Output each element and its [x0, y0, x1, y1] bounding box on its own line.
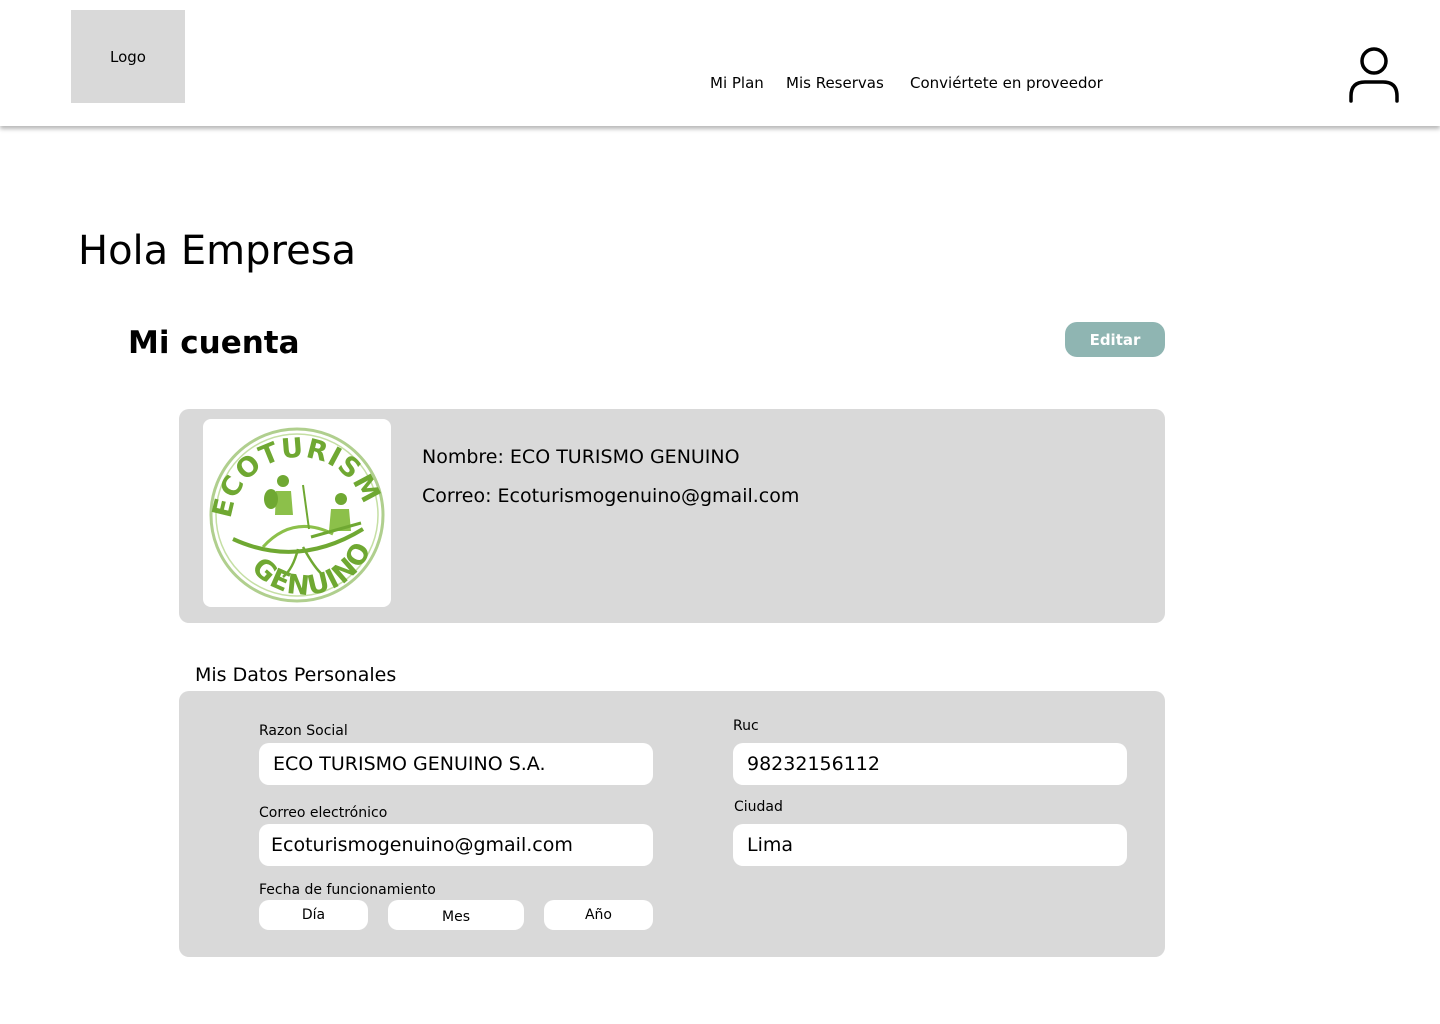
logo-placeholder[interactable]: Logo [71, 10, 185, 103]
account-summary-card: ECOTURISMO GENUINO Nombre: ECO TURISMO G… [179, 409, 1165, 623]
account-section-title: Mi cuenta [128, 325, 300, 361]
ruc-input[interactable]: 98232156112 [733, 743, 1127, 785]
page-greeting: Hola Empresa [78, 228, 357, 274]
company-logo-image: ECOTURISMO GENUINO [203, 419, 391, 607]
account-email: Correo: Ecoturismogenuino@gmail.com [422, 485, 800, 507]
ciudad-label: Ciudad [734, 799, 783, 815]
nav-link-mi-plan[interactable]: Mi Plan [710, 74, 764, 92]
edit-button[interactable]: Editar [1065, 322, 1165, 357]
razon-social-label: Razon Social [259, 723, 348, 739]
correo-input[interactable]: Ecoturismogenuino@gmail.com [259, 824, 653, 866]
correo-label: Correo electrónico [259, 805, 388, 821]
fecha-label: Fecha de funcionamiento [259, 882, 436, 898]
top-navbar: Logo Mi Plan Mis Reservas Conviértete en… [0, 0, 1440, 126]
personal-data-form: Razon Social ECO TURISMO GENUINO S.A. Ru… [179, 691, 1165, 957]
ciudad-input[interactable]: Lima [733, 824, 1127, 866]
nav-link-mis-reservas[interactable]: Mis Reservas [786, 74, 884, 92]
day-select[interactable]: Día [259, 900, 368, 930]
account-name: Nombre: ECO TURISMO GENUINO [422, 446, 740, 468]
razon-social-input[interactable]: ECO TURISMO GENUINO S.A. [259, 743, 653, 785]
personal-data-title: Mis Datos Personales [195, 664, 397, 686]
month-select[interactable]: Mes [388, 900, 524, 930]
ruc-label: Ruc [733, 718, 759, 734]
user-icon[interactable] [1346, 46, 1402, 104]
logo-label: Logo [110, 47, 146, 66]
year-select[interactable]: Año [544, 900, 653, 930]
nav-link-convertirse-proveedor[interactable]: Conviértete en proveedor [910, 74, 1103, 92]
